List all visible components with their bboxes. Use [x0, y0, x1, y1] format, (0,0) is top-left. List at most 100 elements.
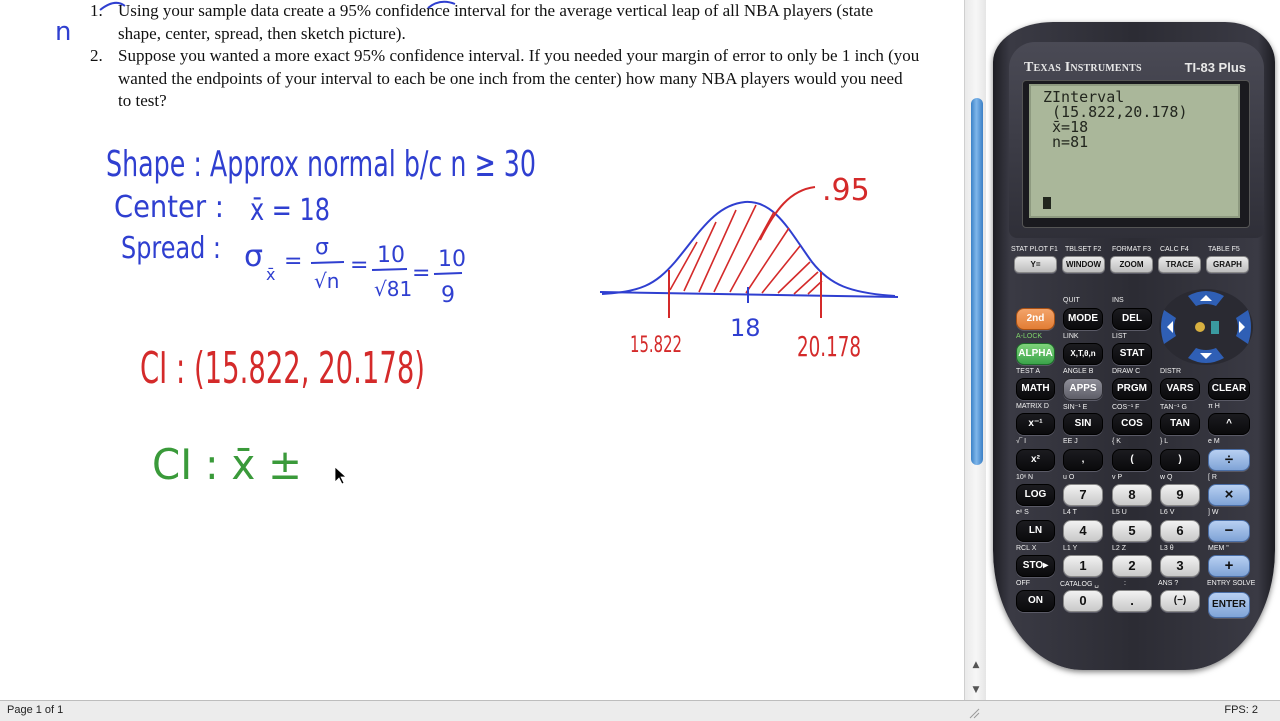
spread-subscript: x̄	[266, 265, 275, 284]
fraction-denominator: 9	[441, 283, 455, 308]
graph-key[interactable]: GRAPH	[1206, 256, 1249, 273]
scroll-down-arrow-icon[interactable]: ▼	[968, 683, 984, 697]
key-label-quit: QUIT	[1063, 297, 1080, 304]
margin-stroke	[99, 1, 126, 11]
sketch-center-value: 18	[730, 314, 761, 342]
square-key[interactable]: x²	[1016, 449, 1055, 471]
scrollbar-thumb[interactable]	[971, 98, 983, 465]
key-label-fn: F3	[1142, 246, 1152, 253]
inverse-key[interactable]: x⁻¹	[1016, 413, 1055, 435]
divide-key[interactable]: ÷	[1208, 449, 1250, 471]
screen-line: n=81	[1043, 133, 1089, 151]
equals-sign: =	[350, 253, 368, 278]
page-indicator: Page 1 of 1	[7, 704, 64, 716]
digit-0-key[interactable]: 0	[1063, 590, 1103, 612]
fraction-bar	[310, 261, 345, 264]
trace-key[interactable]: TRACE	[1158, 256, 1201, 273]
enter-key[interactable]: ENTER	[1208, 592, 1250, 618]
mouse-cursor-icon	[334, 466, 348, 485]
x-t-theta-n-key[interactable]: X,T,θ,n	[1063, 343, 1103, 365]
second-key[interactable]: 2nd	[1016, 308, 1055, 330]
key-label-fn: F2	[1093, 246, 1102, 253]
negative-key[interactable]: (−)	[1160, 590, 1200, 612]
digit-4-key[interactable]: 4	[1063, 520, 1103, 542]
key-label-list: LIST	[1112, 333, 1127, 340]
fraction-denominator: √81	[374, 277, 412, 301]
handwriting-layer: n Shape : Approx normal b/c n ≥ 30 Cente…	[55, 0, 899, 489]
document-status-bar: Page 1 of 1	[0, 700, 986, 721]
key-label-upper: CALC	[1160, 246, 1179, 253]
decimal-point-key[interactable]: .	[1112, 590, 1152, 612]
equals-sign: =	[412, 261, 430, 286]
multiply-key[interactable]: ×	[1208, 484, 1250, 506]
fraction-denominator: √n	[314, 269, 339, 293]
key-label-upper: TABLE	[1208, 246, 1230, 253]
key-label-ins: INS	[1112, 297, 1124, 304]
apps-key[interactable]: APPS	[1063, 378, 1103, 400]
digit-1-key[interactable]: 1	[1063, 555, 1103, 577]
digit-3-key[interactable]: 3	[1160, 555, 1200, 577]
digit-9-key[interactable]: 9	[1160, 484, 1200, 506]
zoom-key[interactable]: ZOOM	[1110, 256, 1153, 273]
emulator-status-bar: FPS: 2	[986, 700, 1280, 721]
mode-key[interactable]: MODE	[1063, 308, 1103, 330]
vars-key[interactable]: VARS	[1160, 378, 1200, 400]
resize-grip-icon[interactable]	[968, 707, 980, 719]
key-label-upper: STAT PLOT	[1011, 246, 1048, 253]
prgm-key[interactable]: PRGM	[1112, 378, 1152, 400]
key-label-fn: F1	[1049, 246, 1058, 253]
equals-sign: =	[284, 249, 302, 274]
digit-5-key[interactable]: 5	[1112, 520, 1152, 542]
key-label-link: LINK	[1063, 333, 1079, 340]
alpha-key[interactable]: ALPHA	[1016, 343, 1055, 365]
sketch-confidence-label: .95	[822, 173, 870, 208]
fps-readout: FPS: 2	[1224, 704, 1258, 716]
fraction-numerator: σ	[315, 235, 329, 260]
digit-8-key[interactable]: 8	[1112, 484, 1152, 506]
key-label-fn: F4	[1180, 246, 1189, 253]
document-page: 1. Using your sample data create a 95% c…	[0, 0, 964, 700]
cos-key[interactable]: COS	[1112, 413, 1152, 435]
left-paren-key[interactable]: (	[1112, 449, 1152, 471]
confidence-interval-formula: CI : x̄ ±	[152, 440, 302, 489]
digit-2-key[interactable]: 2	[1112, 555, 1152, 577]
right-paren-key[interactable]: )	[1160, 449, 1200, 471]
confidence-interval-red: CI : (15.822, 20.178)	[140, 343, 425, 394]
fraction-bar	[371, 268, 408, 271]
key-label-alock: A-LOCK	[1016, 333, 1043, 340]
spread-sigma: σ	[244, 239, 263, 274]
scroll-up-arrow-icon[interactable]: ▲	[968, 658, 984, 672]
tan-key[interactable]: TAN	[1160, 413, 1200, 435]
math-key[interactable]: MATH	[1016, 378, 1055, 400]
on-key[interactable]: ON	[1016, 590, 1055, 612]
sin-key[interactable]: SIN	[1063, 413, 1103, 435]
delete-key[interactable]: DEL	[1112, 308, 1152, 330]
margin-stroke	[427, 0, 456, 9]
center-label: Center :	[114, 190, 224, 225]
sketch-lower-bound: 15.822	[630, 333, 682, 358]
y-equals-key[interactable]: Y=	[1014, 256, 1057, 273]
screen-cursor	[1043, 197, 1051, 209]
log-key[interactable]: LOG	[1016, 484, 1055, 506]
fraction-numerator: 10	[438, 247, 466, 272]
center-value: x̄ = 18	[250, 193, 330, 228]
margin-mark: n	[55, 17, 71, 47]
comma-key[interactable]: ,	[1063, 449, 1103, 471]
subtract-key[interactable]: −	[1208, 520, 1250, 542]
sketch-upper-bound: 20.178	[797, 330, 861, 363]
window-key[interactable]: WINDOW	[1062, 256, 1105, 273]
arrow-pad	[1159, 289, 1253, 365]
key-label-fn: F5	[1231, 246, 1240, 253]
fraction-bar	[433, 272, 463, 275]
stat-key[interactable]: STAT	[1112, 343, 1152, 365]
digit-6-key[interactable]: 6	[1160, 520, 1200, 542]
add-key[interactable]: +	[1208, 555, 1250, 577]
power-key[interactable]: ^	[1208, 413, 1250, 435]
brand-name: Texas Instruments	[1024, 60, 1142, 75]
store-key[interactable]: STO▸	[1016, 555, 1055, 577]
clear-key[interactable]: CLEAR	[1208, 378, 1250, 400]
ln-key[interactable]: LN	[1016, 520, 1055, 542]
key-label-upper: TBLSET	[1065, 246, 1092, 253]
digit-7-key[interactable]: 7	[1063, 484, 1103, 506]
key-label-upper: FORMAT	[1112, 246, 1141, 253]
